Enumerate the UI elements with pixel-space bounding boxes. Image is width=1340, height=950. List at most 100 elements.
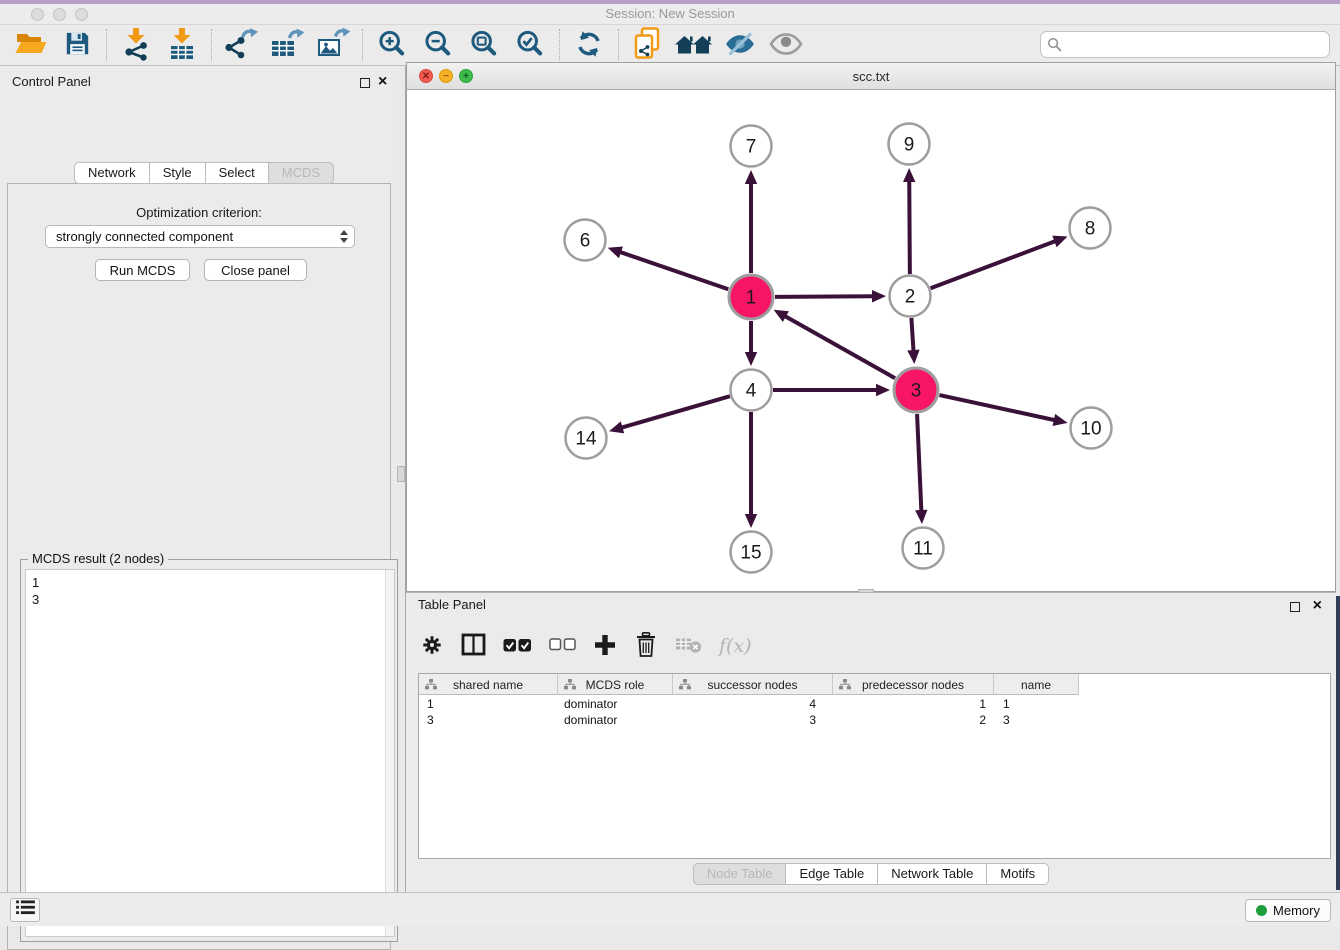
graph-node-label: 3 [911,381,922,402]
task-history-button[interactable] [10,898,40,922]
vertical-splitter-grip[interactable] [397,466,405,482]
main-toolbar [0,24,1340,66]
graph-edge-3-1[interactable] [784,316,895,379]
graph-edge-arrowhead [609,421,624,433]
column-header-successor-nodes[interactable]: successor nodes [673,674,833,695]
graph-edge-3-11[interactable] [917,414,921,512]
deselect-all-checkboxes-button[interactable] [549,631,576,661]
network-canvas[interactable]: 7968124314101511 [407,90,1335,591]
graph-edge-arrowhead [1052,236,1067,248]
network-maximize-icon[interactable]: + [459,69,473,83]
network-window-titlebar: ✕ − + scc.txt [407,63,1335,90]
search-icon [1047,37,1062,57]
mcds-result-box: MCDS result (2 nodes) 13 [20,559,398,942]
tab-select[interactable]: Select [206,162,269,184]
tab-style[interactable]: Style [150,162,206,184]
run-mcds-button[interactable]: Run MCDS [95,259,190,281]
table-panel-float-icon[interactable] [1290,599,1300,617]
import-network-button[interactable] [113,26,159,64]
graph-edge-1-2[interactable] [775,296,874,297]
toolbar-separator [559,29,560,61]
export-image-button[interactable] [310,26,356,64]
import-table-button[interactable] [159,26,205,64]
graph-edge-3-10[interactable] [939,395,1055,420]
graph-edge-1-6[interactable] [619,252,728,290]
add-column-icon [594,634,616,659]
zoom-selected-button[interactable] [507,26,553,64]
graph-edge-arrowhead [608,246,623,258]
delete-columns-button[interactable] [634,631,658,661]
network-minimize-icon[interactable]: − [439,69,453,83]
home-view-button[interactable] [671,26,717,64]
copy-network-view-button[interactable] [625,26,671,64]
zoom-in-icon [377,29,407,62]
export-table-icon [270,27,304,63]
export-network-icon [224,27,258,63]
network-window-title: scc.txt [407,63,1335,90]
import-table-icon [167,27,197,64]
graph-edge-2-9[interactable] [909,180,910,274]
gear-button[interactable] [420,631,444,661]
split-columns-button[interactable] [461,631,486,661]
memory-button[interactable]: Memory [1245,899,1331,922]
window-zoom-button[interactable] [75,8,88,21]
list-icon [16,900,35,920]
tab-mcds[interactable]: MCDS [269,162,334,184]
toolbar-separator [618,29,619,61]
zoom-out-button[interactable] [415,26,461,64]
control-panel-close-icon[interactable]: × [378,73,387,91]
graph-edge-arrowhead [876,384,890,396]
network-close-icon[interactable]: ✕ [419,69,433,83]
refresh-button[interactable] [566,26,612,64]
zoom-fit-button[interactable] [461,26,507,64]
control-panel-tabs: NetworkStyleSelectMCDS [74,162,334,184]
tab-edge-table[interactable]: Edge Table [786,863,878,885]
hide-panels-button[interactable] [717,26,763,64]
show-network-overview-icon [769,32,803,59]
table-panel-close-icon[interactable]: × [1313,597,1322,615]
table-row[interactable]: 1dominator411 [419,696,1079,712]
tab-node-table[interactable]: Node Table [693,863,787,885]
column-header-predecessor-nodes[interactable]: predecessor nodes [833,674,994,695]
graph-node-label: 6 [580,231,591,252]
column-type-icon [679,679,691,693]
refresh-icon [574,29,604,62]
graph-edge-2-8[interactable] [931,241,1057,289]
graph-node-label: 11 [913,539,933,560]
mcds-result-title: MCDS result (2 nodes) [28,551,168,566]
control-panel-float-icon[interactable] [360,75,370,93]
column-label: MCDS role [586,678,645,692]
criterion-select[interactable]: strongly connected component [45,225,355,248]
search-input[interactable] [1040,31,1330,58]
graph-node-label: 14 [575,429,597,450]
window-title: Session: New Session [0,4,1340,24]
table-row[interactable]: 3dominator323 [419,712,1079,728]
save-session-button[interactable] [54,26,100,64]
graph-edge-4-14[interactable] [621,396,730,428]
close-panel-button[interactable]: Close panel [204,259,307,281]
window-close-button[interactable] [31,8,44,21]
show-network-overview-button[interactable] [763,26,809,64]
mcds-result-list[interactable]: 13 [25,569,395,937]
graph-edge-2-3[interactable] [911,318,913,352]
tab-motifs[interactable]: Motifs [987,863,1049,885]
window-minimize-button[interactable] [53,8,66,21]
open-session-button[interactable] [8,26,54,64]
export-table-button[interactable] [264,26,310,64]
hide-panels-icon [723,30,757,61]
zoom-in-button[interactable] [369,26,415,64]
delete-columns-icon [636,632,656,660]
graph-node-label: 4 [746,381,757,402]
column-header-MCDS-role[interactable]: MCDS role [558,674,673,695]
column-header-name[interactable]: name [994,674,1079,695]
zoom-selected-icon [515,29,545,62]
tab-network-table[interactable]: Network Table [878,863,987,885]
add-column-button[interactable] [593,631,617,661]
column-type-icon [839,679,851,693]
select-all-checkboxes-button[interactable] [503,631,532,661]
table-cell: 3 [419,712,558,728]
export-network-button[interactable] [218,26,264,64]
tab-network[interactable]: Network [74,162,150,184]
column-header-shared-name[interactable]: shared name [419,674,558,695]
result-scrollbar[interactable] [385,570,394,936]
